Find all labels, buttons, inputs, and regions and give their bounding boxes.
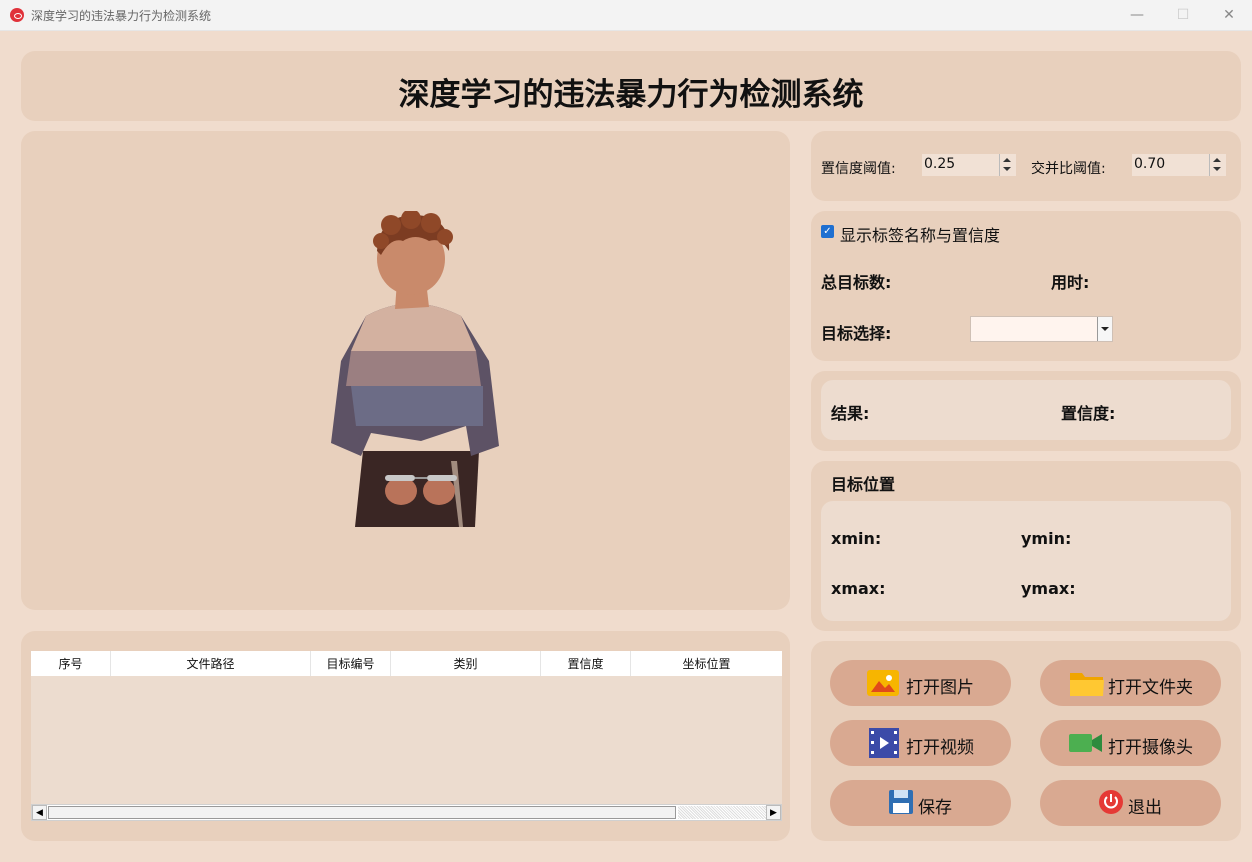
save-button[interactable]: 保存: [830, 780, 1011, 826]
xmax-label: xmax:: [831, 579, 886, 598]
open-video-button[interactable]: 打开视频: [830, 720, 1011, 766]
show-labels-checkbox[interactable]: ✓: [821, 225, 834, 238]
open-camera-label: 打开摄像头: [1108, 738, 1193, 758]
spin-arrows-icon[interactable]: [1209, 154, 1226, 176]
camera-icon: [1069, 734, 1102, 752]
power-icon: [1099, 790, 1123, 814]
header-panel: 深度学习的违法暴力行为检测系统: [21, 51, 1241, 121]
xmin-label: xmin:: [831, 529, 882, 548]
ymin-label: ymin:: [1021, 529, 1072, 548]
open-folder-label: 打开文件夹: [1108, 678, 1193, 698]
buttons-panel: 打开图片 打开文件夹 打开视频 打开摄像头 保存 退出: [811, 641, 1241, 841]
person-image: [331, 211, 499, 527]
open-image-button[interactable]: 打开图片: [830, 660, 1011, 706]
image-display-panel: [21, 131, 790, 610]
col-index[interactable]: 序号: [31, 651, 111, 676]
iou-threshold-spinbox[interactable]: 0.70: [1132, 154, 1226, 176]
open-folder-button[interactable]: 打开文件夹: [1040, 660, 1221, 706]
scroll-left-icon[interactable]: ◀: [32, 805, 47, 820]
table-header: 序号 文件路径 目标编号 类别 置信度 坐标位置: [31, 651, 782, 676]
scroll-track[interactable]: [678, 806, 766, 819]
target-select-label: 目标选择:: [821, 324, 892, 343]
floppy-disk-icon: [889, 790, 913, 814]
conf-threshold-label: 置信度阈值:: [821, 161, 896, 177]
save-label: 保存: [918, 798, 952, 818]
minimize-button[interactable]: —: [1114, 0, 1160, 30]
open-video-label: 打开视频: [906, 738, 974, 758]
table-body: [31, 676, 782, 804]
ymax-label: ymax:: [1021, 579, 1076, 598]
conf-threshold-spinbox[interactable]: 0.25: [922, 154, 1016, 176]
exit-button[interactable]: 退出: [1040, 780, 1221, 826]
folder-icon: [1070, 673, 1104, 696]
result-label: 结果:: [831, 404, 870, 423]
conf-threshold-value: 0.25: [924, 156, 956, 172]
close-button[interactable]: ✕: [1206, 0, 1252, 30]
scroll-thumb[interactable]: [48, 806, 676, 819]
title-bar: 深度学习的违法暴力行为检测系统 — ☐ ✕: [0, 0, 1252, 31]
result-confidence-label: 置信度:: [1061, 404, 1116, 423]
position-inner: xmin: ymin: xmax: ymax:: [821, 501, 1231, 621]
maximize-button[interactable]: ☐: [1160, 0, 1206, 30]
exit-label: 退出: [1128, 798, 1162, 818]
iou-threshold-value: 0.70: [1134, 156, 1166, 172]
col-coordinates[interactable]: 坐标位置: [631, 651, 782, 676]
position-title: 目标位置: [831, 475, 896, 494]
options-panel: ✓ 显示标签名称与置信度 总目标数: 用时: 目标选择:: [811, 211, 1241, 361]
video-icon: [869, 728, 899, 758]
page-title: 深度学习的违法暴力行为检测系统: [398, 77, 864, 113]
col-class[interactable]: 类别: [391, 651, 541, 676]
spin-arrows-icon[interactable]: [999, 154, 1016, 176]
open-image-label: 打开图片: [906, 678, 974, 698]
col-target-id[interactable]: 目标编号: [311, 651, 391, 676]
threshold-panel: 置信度阈值: 0.25 交并比阈值: 0.70: [811, 131, 1241, 201]
app-icon: [10, 8, 24, 22]
col-confidence[interactable]: 置信度: [541, 651, 631, 676]
result-inner: 结果: 置信度:: [821, 380, 1231, 440]
horizontal-scrollbar[interactable]: ◀ ▶: [31, 804, 782, 821]
time-label: 用时:: [1051, 273, 1090, 292]
image-icon: [867, 670, 899, 696]
window-title: 深度学习的违法暴力行为检测系统: [31, 9, 212, 23]
iou-threshold-label: 交并比阈值:: [1031, 161, 1106, 177]
show-labels-text: 显示标签名称与置信度: [840, 226, 1001, 245]
total-targets-label: 总目标数:: [821, 273, 892, 292]
position-panel: 目标位置 xmin: ymin: xmax: ymax:: [811, 461, 1241, 631]
scroll-right-icon[interactable]: ▶: [766, 805, 781, 820]
result-panel: 结果: 置信度:: [811, 371, 1241, 451]
target-select-dropdown[interactable]: [970, 316, 1113, 342]
chevron-down-icon[interactable]: [1097, 317, 1112, 341]
open-camera-button[interactable]: 打开摄像头: [1040, 720, 1221, 766]
col-file-path[interactable]: 文件路径: [111, 651, 311, 676]
